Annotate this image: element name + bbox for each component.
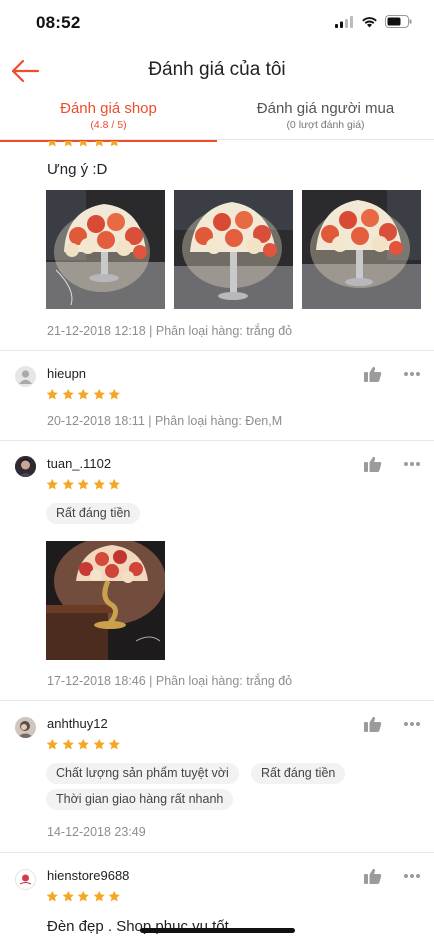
review-tabs: Đánh giá shop (4.8 / 5) Đánh giá người m…: [0, 96, 434, 142]
thumbs-up-icon[interactable]: [364, 456, 382, 472]
review-photo[interactable]: [46, 190, 165, 309]
star-icon: [93, 890, 105, 902]
more-options-icon[interactable]: [403, 873, 421, 879]
star-icon: [77, 738, 89, 750]
thumbs-up-icon[interactable]: [364, 716, 382, 732]
star-icon: [93, 738, 105, 750]
status-bar: 08:52: [0, 0, 434, 48]
tab-count: (0 lượt đánh giá): [286, 119, 365, 131]
tab-rating: (4.8 / 5): [90, 119, 127, 131]
star-icon: [77, 478, 89, 490]
star-icon: [108, 738, 120, 750]
star-icon: [63, 141, 73, 147]
page-title: Đánh giá của tôi: [148, 59, 286, 80]
username[interactable]: anhthuy12: [47, 716, 108, 731]
star-icon: [46, 478, 58, 490]
nav-bar: Đánh giá của tôi: [0, 48, 434, 94]
more-options-icon[interactable]: [403, 721, 421, 727]
tab-label: Đánh giá shop: [60, 100, 157, 117]
home-indicator[interactable]: [140, 928, 295, 933]
rating-stars: [46, 388, 121, 401]
review-tag: Rất đáng tiền: [46, 503, 141, 524]
star-icon: [46, 388, 58, 400]
review-meta: 21-12-2018 12:18 | Phân loại hàng: trắng…: [47, 324, 293, 338]
star-icon: [108, 388, 120, 400]
rating-stars: [46, 738, 121, 751]
battery-icon: [385, 15, 412, 28]
star-icon: [47, 141, 57, 147]
username[interactable]: hieupn: [47, 366, 86, 381]
review-meta: 20-12-2018 18:11 | Phân loại hàng: Đen,M: [47, 414, 283, 428]
review-list[interactable]: Ưng ý :D 21-12-2018 12:18 | Phân loại hà…: [0, 141, 434, 941]
tab-buyer-reviews[interactable]: Đánh giá người mua (0 lượt đánh giá): [217, 96, 434, 140]
review-item: Ưng ý :D 21-12-2018 12:18 | Phân loại hà…: [0, 141, 434, 351]
rating-stars: [46, 141, 121, 148]
star-icon: [78, 141, 88, 147]
review-meta: 14-12-2018 23:49: [47, 825, 146, 839]
avatar[interactable]: [15, 366, 36, 387]
review-photo[interactable]: [174, 190, 293, 309]
star-icon: [46, 738, 58, 750]
tab-shop-reviews[interactable]: Đánh giá shop (4.8 / 5): [0, 96, 217, 142]
signal-icon: [335, 15, 353, 28]
thumbs-up-icon[interactable]: [364, 366, 382, 382]
more-options-icon[interactable]: [403, 461, 421, 467]
review-item: anhthuy12 Chất lượng sản phẩm tuyệt vời …: [0, 701, 434, 853]
rating-stars: [46, 890, 121, 903]
review-tag: Chất lượng sản phẩm tuyệt vời: [46, 763, 239, 784]
username[interactable]: tuan_.1102: [47, 456, 111, 471]
status-time: 08:52: [36, 13, 81, 32]
star-icon: [108, 890, 120, 902]
status-icons: [335, 15, 412, 28]
avatar[interactable]: [15, 456, 36, 477]
star-icon: [77, 890, 89, 902]
star-icon: [46, 890, 58, 902]
star-icon: [62, 388, 74, 400]
review-meta: 17-12-2018 18:46 | Phân loại hàng: trắng…: [47, 674, 293, 688]
review-tag: Thời gian giao hàng rất nhanh: [46, 789, 234, 810]
avatar[interactable]: [15, 869, 36, 890]
star-icon: [62, 478, 74, 490]
more-options-icon[interactable]: [403, 371, 421, 377]
username[interactable]: hienstore9688: [47, 868, 129, 883]
avatar[interactable]: [15, 717, 36, 738]
wifi-icon: [362, 16, 377, 27]
review-item: tuan_.1102 Rất đáng tiền 17-12-2018 18:4…: [0, 441, 434, 701]
star-icon: [93, 388, 105, 400]
review-comment: Ưng ý :D: [47, 161, 108, 178]
review-photo[interactable]: [46, 541, 165, 660]
star-icon: [108, 478, 120, 490]
tab-label: Đánh giá người mua: [256, 100, 395, 117]
review-tag: Rất đáng tiền: [251, 763, 346, 784]
star-icon: [77, 388, 89, 400]
thumbs-up-icon[interactable]: [364, 868, 382, 884]
review-item: hieupn 20-12-2018 18:11 | Phân loại hàng…: [0, 351, 434, 441]
rating-stars: [46, 478, 121, 491]
star-icon: [62, 738, 74, 750]
review-photo[interactable]: [302, 190, 421, 309]
star-icon: [94, 141, 104, 147]
star-icon: [93, 478, 105, 490]
star-icon: [62, 890, 74, 902]
star-icon: [109, 141, 119, 147]
